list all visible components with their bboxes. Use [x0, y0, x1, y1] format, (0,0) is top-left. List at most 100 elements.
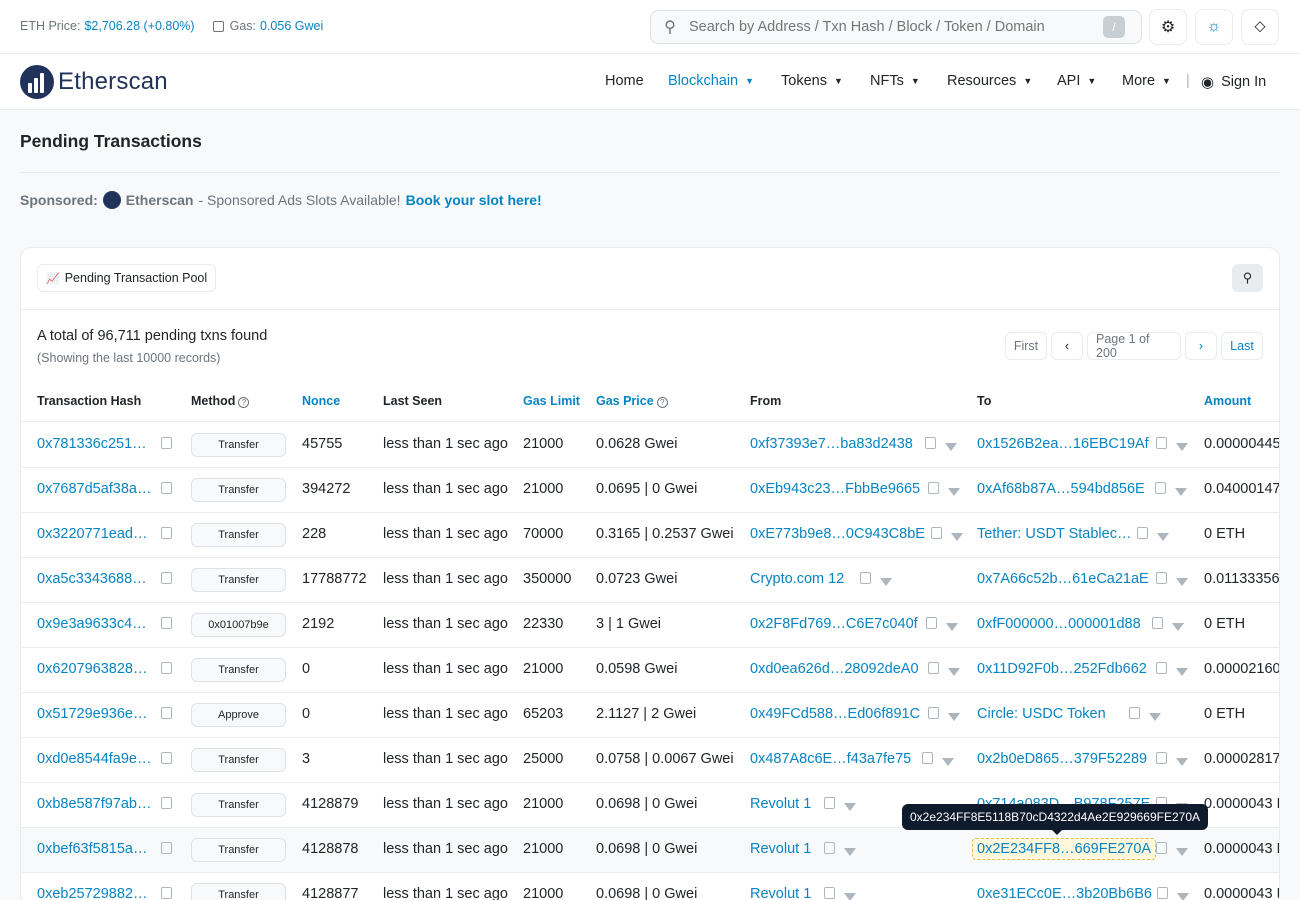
sign-in-link[interactable]: ◉ Sign In: [1201, 73, 1266, 91]
filter-icon[interactable]: [948, 709, 960, 725]
txn-hash-link[interactable]: 0x3220771ead…: [37, 526, 147, 542]
from-address-link[interactable]: 0xEb943c23…FbbBe9665: [750, 481, 920, 497]
theme-toggle-button[interactable]: ☼: [1195, 9, 1233, 45]
prev-page-button[interactable]: ‹: [1051, 332, 1083, 360]
first-page-button[interactable]: First: [1005, 332, 1047, 360]
settings-button[interactable]: ⚙: [1149, 9, 1187, 45]
pending-pool-button[interactable]: 📈 Pending Transaction Pool: [37, 264, 217, 292]
txn-hash-link[interactable]: 0x9e3a9633c4…: [37, 616, 147, 632]
copy-icon[interactable]: [1156, 661, 1167, 677]
from-address-link[interactable]: 0xd0ea626d…28092deA0: [750, 661, 919, 677]
copy-icon[interactable]: [928, 661, 939, 677]
filter-icon[interactable]: [844, 889, 856, 900]
txn-hash-link[interactable]: 0x7687d5af38a…: [37, 481, 152, 497]
copy-icon[interactable]: [824, 841, 835, 857]
copy-icon[interactable]: [1152, 616, 1163, 632]
copy-icon[interactable]: [1156, 571, 1167, 587]
to-address-link[interactable]: 0xe31ECc0E…3b20Bb6B6: [977, 886, 1152, 900]
copy-icon[interactable]: [161, 796, 172, 812]
filter-icon[interactable]: [942, 754, 954, 770]
copy-icon[interactable]: [161, 661, 172, 677]
from-address-link[interactable]: 0x2F8Fd769…C6E7c040f: [750, 616, 918, 632]
filter-icon[interactable]: [1176, 754, 1188, 770]
copy-icon[interactable]: [1155, 481, 1166, 497]
nav-blockchain[interactable]: Blockchain ▼: [668, 73, 754, 89]
to-address-link[interactable]: 0x2E234FF8…669FE270A: [972, 838, 1157, 860]
from-address-link[interactable]: 0xE773b9e8…0C943C8bE: [750, 526, 925, 542]
copy-icon[interactable]: [1137, 526, 1148, 542]
filter-icon[interactable]: [945, 439, 957, 455]
col-amount[interactable]: Amount: [1204, 394, 1251, 408]
filter-icon[interactable]: [948, 484, 960, 500]
to-address-link[interactable]: Circle: USDC Token: [977, 706, 1106, 722]
filter-icon[interactable]: [1176, 844, 1188, 860]
from-address-link[interactable]: 0xf37393e7…ba83d2438: [750, 436, 913, 452]
to-address-link[interactable]: 0xAf68b87A…594bd856E: [977, 481, 1145, 497]
filter-icon[interactable]: [880, 574, 892, 590]
col-gas-limit[interactable]: Gas Limit: [523, 394, 580, 408]
copy-icon[interactable]: [161, 436, 172, 452]
copy-icon[interactable]: [161, 481, 172, 497]
filter-icon[interactable]: [1157, 529, 1169, 545]
copy-icon[interactable]: [161, 526, 172, 542]
last-page-button[interactable]: Last: [1221, 332, 1263, 360]
copy-icon[interactable]: [860, 571, 871, 587]
txn-hash-link[interactable]: 0xbef63f5815a…: [37, 841, 147, 857]
filter-icon[interactable]: [1176, 664, 1188, 680]
nav-home[interactable]: Home: [605, 73, 644, 89]
copy-icon[interactable]: [1157, 886, 1168, 900]
copy-icon[interactable]: [928, 706, 939, 722]
copy-icon[interactable]: [161, 886, 172, 900]
copy-icon[interactable]: [925, 436, 936, 452]
copy-icon[interactable]: [161, 841, 172, 857]
copy-icon[interactable]: [1156, 436, 1167, 452]
to-address-link[interactable]: 0x7A66c52b…61eCa21aE: [977, 571, 1149, 587]
filter-icon[interactable]: [1177, 889, 1189, 900]
nav-resources[interactable]: Resources ▼: [947, 73, 1032, 89]
txn-hash-link[interactable]: 0xb8e587f97ab…: [37, 796, 152, 812]
copy-icon[interactable]: [161, 571, 172, 587]
network-button[interactable]: ⬦: [1241, 9, 1279, 45]
book-slot-link[interactable]: Book your slot here!: [406, 192, 542, 208]
to-address-link[interactable]: 0x2b0eD865…379F52289: [977, 751, 1147, 767]
copy-icon[interactable]: [922, 751, 933, 767]
copy-icon[interactable]: [931, 526, 942, 542]
nav-tokens[interactable]: Tokens ▼: [781, 73, 843, 89]
filter-icon[interactable]: [951, 529, 963, 545]
txn-hash-link[interactable]: 0xd0e8544fa9e…: [37, 751, 152, 767]
copy-icon[interactable]: [161, 616, 172, 632]
filter-icon[interactable]: [1176, 439, 1188, 455]
to-address-link[interactable]: 0xfF000000…000001d88: [977, 616, 1141, 632]
nav-more[interactable]: More ▼: [1122, 73, 1171, 89]
gas-value[interactable]: 0.056 Gwei: [260, 19, 323, 33]
from-address-link[interactable]: Revolut 1: [750, 796, 811, 812]
etherscan-logo[interactable]: Etherscan: [20, 65, 168, 99]
question-circle-icon[interactable]: ?: [656, 397, 668, 408]
eth-price-value[interactable]: $2,706.28 (+0.80%): [84, 19, 194, 33]
filter-icon[interactable]: [1176, 574, 1188, 590]
to-address-link[interactable]: 0x11D92F0b…252Fdb662: [977, 661, 1147, 677]
copy-icon[interactable]: [1156, 751, 1167, 767]
txn-hash-link[interactable]: 0xa5c3343688…: [37, 571, 147, 587]
filter-icon[interactable]: [844, 799, 856, 815]
to-address-link[interactable]: 0x1526B2ea…16EBC19Af: [977, 436, 1149, 452]
txn-hash-link[interactable]: 0x6207963828…: [37, 661, 147, 677]
search-input[interactable]: [689, 19, 1099, 35]
copy-icon[interactable]: [1129, 706, 1140, 722]
txn-hash-link[interactable]: 0xeb25729882…: [37, 886, 147, 900]
filter-icon[interactable]: [1175, 484, 1187, 500]
table-search-button[interactable]: ⚲: [1232, 264, 1263, 292]
copy-icon[interactable]: [824, 796, 835, 812]
filter-icon[interactable]: [946, 619, 958, 635]
copy-icon[interactable]: [161, 751, 172, 767]
txn-hash-link[interactable]: 0x781336c251…: [37, 436, 147, 452]
copy-icon[interactable]: [824, 886, 835, 900]
to-address-link[interactable]: Tether: USDT Stablec…: [977, 526, 1131, 542]
filter-icon[interactable]: [948, 664, 960, 680]
from-address-link[interactable]: Revolut 1: [750, 886, 811, 900]
from-address-link[interactable]: Revolut 1: [750, 841, 811, 857]
filter-icon[interactable]: [1149, 709, 1161, 725]
copy-icon[interactable]: [1156, 841, 1167, 857]
copy-icon[interactable]: [928, 481, 939, 497]
filter-icon[interactable]: [844, 844, 856, 860]
